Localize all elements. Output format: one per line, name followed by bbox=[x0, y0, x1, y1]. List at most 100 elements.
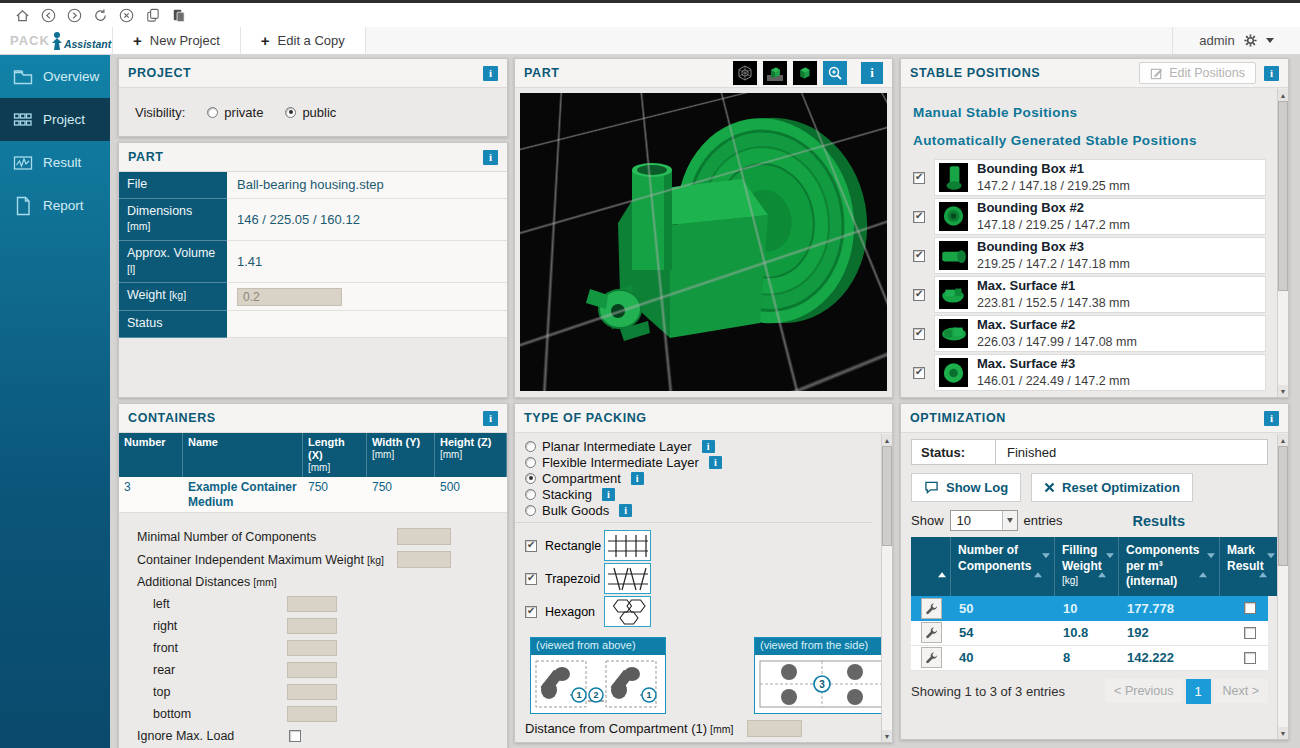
containers-table-row[interactable]: 3 Example Container Medium 750 750 500 bbox=[119, 477, 507, 513]
hexagon-pattern-icon[interactable] bbox=[604, 596, 651, 627]
trapezoid-checkbox[interactable] bbox=[525, 573, 537, 585]
result-row[interactable]: 50 10 177.778 bbox=[911, 596, 1268, 621]
wrench-button[interactable] bbox=[921, 598, 942, 619]
sidebar-item-project[interactable]: Project bbox=[0, 98, 110, 141]
panel-title: OPTIMIZATION bbox=[910, 411, 1006, 425]
info-icon[interactable]: i bbox=[483, 66, 498, 81]
radio-public[interactable]: public bbox=[285, 105, 336, 120]
sidebar-item-overview[interactable]: Overview bbox=[0, 55, 110, 98]
stable-position-checkbox[interactable] bbox=[913, 211, 925, 223]
result-row[interactable]: 40 8 142.222 bbox=[911, 646, 1268, 671]
col-mark-result[interactable]: Mark Result bbox=[1220, 537, 1280, 596]
info-icon[interactable]: i bbox=[861, 62, 883, 84]
back-icon[interactable] bbox=[40, 7, 57, 24]
current-page-button[interactable]: 1 bbox=[1186, 679, 1211, 704]
distance-front-input[interactable] bbox=[287, 640, 337, 656]
col-components-per-m3[interactable]: Components per m³(internal) bbox=[1119, 537, 1220, 596]
col-filling-weight[interactable]: Filling Weight[kg] bbox=[1055, 537, 1119, 596]
previous-page-button[interactable]: < Previous bbox=[1105, 679, 1182, 703]
distance-top-input[interactable] bbox=[287, 684, 337, 700]
page-size-select[interactable]: 10 bbox=[950, 510, 1018, 531]
sidebar-item-result[interactable]: Result bbox=[0, 141, 110, 184]
option-planar[interactable]: Planar Intermediate Layeri bbox=[525, 438, 870, 454]
weight-input[interactable]: 0.2 bbox=[237, 288, 342, 306]
paste-icon[interactable] bbox=[170, 7, 187, 24]
solid-view-button[interactable] bbox=[793, 61, 817, 85]
scroll-up-arrow[interactable]: ▲ bbox=[1278, 434, 1288, 446]
copy-icon[interactable] bbox=[144, 7, 161, 24]
results-heading: Results bbox=[1133, 513, 1185, 529]
min-components-input[interactable] bbox=[397, 528, 451, 545]
textured-view-button[interactable] bbox=[763, 61, 787, 85]
stable-position-checkbox[interactable] bbox=[913, 250, 925, 262]
option-flexible[interactable]: Flexible Intermediate Layeri bbox=[525, 454, 870, 470]
distance-left-input[interactable] bbox=[287, 596, 337, 612]
scroll-thumb[interactable] bbox=[1278, 101, 1288, 291]
home-icon[interactable] bbox=[14, 7, 31, 24]
option-compartment[interactable]: Compartmenti bbox=[525, 470, 870, 486]
stable-position-checkbox[interactable] bbox=[913, 289, 925, 301]
scroll-up-arrow[interactable]: ▲ bbox=[1278, 89, 1288, 101]
next-page-button[interactable]: Next > bbox=[1214, 679, 1268, 703]
info-icon[interactable]: i bbox=[709, 456, 722, 469]
zoom-button[interactable] bbox=[823, 61, 847, 85]
scroll-up-arrow[interactable]: ▲ bbox=[882, 434, 892, 446]
option-stacking[interactable]: Stackingi bbox=[525, 486, 870, 502]
radio-private[interactable]: private bbox=[207, 105, 263, 120]
info-icon[interactable]: i bbox=[483, 150, 498, 165]
tab-edit-a-copy[interactable]: +Edit a Copy bbox=[241, 27, 366, 54]
distance-rear-input[interactable] bbox=[287, 662, 337, 678]
wrench-button[interactable] bbox=[921, 622, 942, 643]
info-icon[interactable]: i bbox=[702, 440, 715, 453]
stable-position-checkbox[interactable] bbox=[913, 328, 925, 340]
wireframe-view-button[interactable] bbox=[733, 61, 757, 85]
user-menu[interactable]: admin bbox=[1172, 27, 1300, 54]
result-chart-icon bbox=[12, 152, 34, 174]
col-number-of-components[interactable]: Number of Components bbox=[951, 537, 1055, 596]
optimization-scrollbar[interactable]: ▲ ▼ bbox=[1277, 434, 1288, 739]
info-icon[interactable]: i bbox=[602, 488, 615, 501]
scroll-down-arrow[interactable]: ▼ bbox=[882, 730, 892, 742]
show-log-button[interactable]: Show Log bbox=[911, 473, 1021, 502]
option-bulk-goods[interactable]: Bulk Goodsi bbox=[525, 502, 870, 518]
info-icon[interactable]: i bbox=[619, 504, 632, 517]
refresh-icon[interactable] bbox=[92, 7, 109, 24]
packing-scrollbar[interactable]: ▲ ▼ bbox=[881, 434, 892, 742]
scroll-down-arrow[interactable]: ▼ bbox=[1278, 385, 1288, 397]
distance-from-compartment-input[interactable] bbox=[747, 720, 802, 737]
distance-right-input[interactable] bbox=[287, 618, 337, 634]
info-icon[interactable]: i bbox=[1264, 66, 1279, 81]
stable-position-checkbox[interactable] bbox=[913, 367, 925, 379]
reset-optimization-button[interactable]: Reset Optimization bbox=[1031, 473, 1193, 502]
mark-result-checkbox[interactable] bbox=[1244, 652, 1256, 664]
radio-public-control[interactable] bbox=[285, 107, 296, 118]
info-icon[interactable]: i bbox=[631, 472, 644, 485]
ignore-max-load-checkbox[interactable] bbox=[289, 730, 301, 742]
info-icon[interactable]: i bbox=[483, 411, 498, 426]
rectangle-pattern-icon[interactable] bbox=[604, 530, 651, 561]
scroll-thumb[interactable] bbox=[1278, 446, 1288, 566]
sort-column[interactable] bbox=[911, 537, 951, 596]
forward-icon[interactable] bbox=[66, 7, 83, 24]
stable-scrollbar[interactable]: ▲ ▼ bbox=[1277, 89, 1288, 397]
radio-private-control[interactable] bbox=[207, 107, 218, 118]
close-icon[interactable] bbox=[118, 7, 135, 24]
scroll-down-arrow[interactable]: ▼ bbox=[1278, 727, 1288, 739]
scroll-thumb[interactable] bbox=[882, 446, 892, 546]
trapezoid-pattern-icon[interactable] bbox=[604, 563, 651, 594]
result-row[interactable]: 54 10.8 192 bbox=[911, 621, 1268, 646]
edit-positions-button[interactable]: Edit Positions bbox=[1139, 62, 1256, 84]
mark-result-checkbox[interactable] bbox=[1244, 602, 1256, 614]
part-dimensions-row: Dimensions [mm] 146 / 225.05 / 160.12 bbox=[119, 199, 507, 241]
tab-new-project[interactable]: +New Project bbox=[112, 27, 241, 54]
stable-position-checkbox[interactable] bbox=[913, 172, 925, 184]
hexagon-checkbox[interactable] bbox=[525, 606, 537, 618]
max-weight-input[interactable] bbox=[397, 551, 451, 568]
part-3d-viewport[interactable] bbox=[520, 93, 887, 391]
rectangle-checkbox[interactable] bbox=[525, 540, 537, 552]
info-icon[interactable]: i bbox=[1264, 411, 1279, 426]
sidebar-item-report[interactable]: Report bbox=[0, 184, 110, 227]
wrench-button[interactable] bbox=[921, 647, 942, 668]
mark-result-checkbox[interactable] bbox=[1244, 627, 1256, 639]
distance-bottom-input[interactable] bbox=[287, 706, 337, 722]
